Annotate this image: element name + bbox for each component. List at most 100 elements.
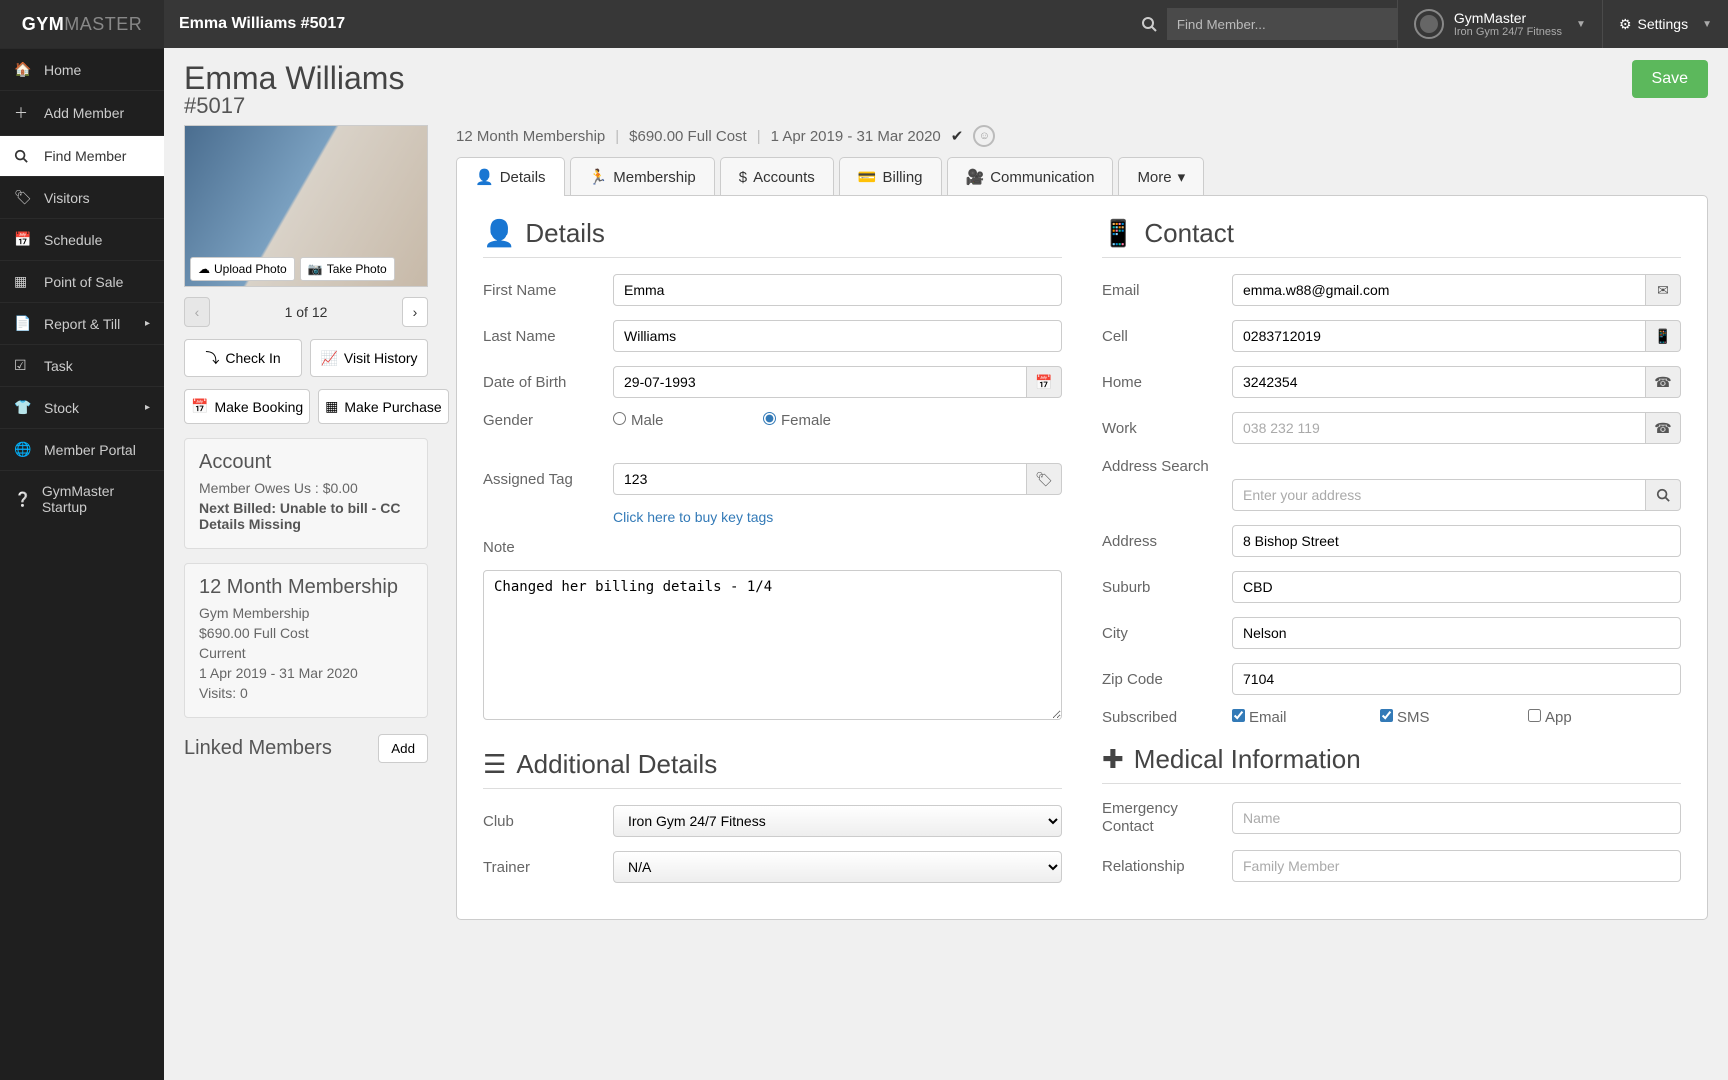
gender-female-radio[interactable] bbox=[763, 412, 776, 425]
linked-members-title: Linked Members bbox=[184, 737, 332, 760]
gender-male-option[interactable]: Male bbox=[613, 412, 743, 429]
sidebar-item-label: Visitors bbox=[44, 190, 90, 206]
photo-next-button[interactable]: › bbox=[402, 297, 428, 327]
user-icon: 👤 bbox=[475, 168, 494, 186]
topbar: GYMMASTER Emma Williams #5017 GymMaster … bbox=[0, 0, 1728, 48]
sidebar-item-home[interactable]: 🏠Home bbox=[0, 48, 164, 90]
cell-input[interactable] bbox=[1232, 320, 1646, 352]
trainer-select[interactable]: N/A bbox=[613, 851, 1062, 883]
relationship-input[interactable] bbox=[1232, 850, 1681, 882]
note-textarea[interactable]: Changed her billing details - 1/4 bbox=[483, 570, 1062, 720]
sub-app-checkbox[interactable] bbox=[1528, 709, 1541, 722]
sidebar-item-startup[interactable]: ❔GymMaster Startup bbox=[0, 470, 164, 527]
gender-male-radio[interactable] bbox=[613, 412, 626, 425]
tag-label: Assigned Tag bbox=[483, 471, 613, 488]
tab-communication[interactable]: 🎥Communication bbox=[947, 157, 1114, 196]
settings-menu[interactable]: ⚙ Settings ▼ bbox=[1602, 0, 1728, 48]
sub-email-checkbox[interactable] bbox=[1232, 709, 1245, 722]
address-search-button[interactable] bbox=[1646, 479, 1681, 511]
city-label: City bbox=[1102, 625, 1232, 642]
account-panel[interactable]: Account Member Owes Us : $0.00 Next Bill… bbox=[184, 438, 428, 549]
checkin-icon: ⤵ bbox=[205, 348, 219, 368]
calendar-icon: 📅 bbox=[191, 398, 208, 415]
sidebar-item-schedule[interactable]: 📅 Schedule bbox=[0, 218, 164, 260]
tab-details[interactable]: 👤Details bbox=[456, 157, 565, 196]
chevron-down-icon: ▼ bbox=[1702, 19, 1712, 30]
contact-section-title: 📱Contact bbox=[1102, 218, 1681, 258]
dob-picker-button[interactable]: 📅 bbox=[1027, 366, 1062, 398]
address-input[interactable] bbox=[1232, 525, 1681, 557]
user-sub: Iron Gym 24/7 Fitness bbox=[1454, 26, 1562, 38]
account-owes: Member Owes Us : $0.00 bbox=[199, 480, 413, 496]
find-member-input[interactable] bbox=[1167, 8, 1397, 40]
photo-prev-button[interactable]: ‹ bbox=[184, 297, 210, 327]
club-select[interactable]: Iron Gym 24/7 Fitness bbox=[613, 805, 1062, 837]
member-name: Emma Williams bbox=[184, 60, 404, 97]
gender-female-option[interactable]: Female bbox=[763, 412, 893, 429]
address-search-input[interactable] bbox=[1232, 479, 1646, 511]
buy-key-tags-link[interactable]: Click here to buy key tags bbox=[613, 509, 773, 525]
sub-email-option[interactable]: Email bbox=[1232, 709, 1362, 726]
membership-status: Current bbox=[199, 645, 413, 661]
email-addon-button[interactable]: ✉ bbox=[1646, 274, 1681, 306]
gender-label: Gender bbox=[483, 412, 613, 429]
email-label: Email bbox=[1102, 282, 1232, 299]
logo[interactable]: GYMMASTER bbox=[0, 0, 164, 48]
user-menu[interactable]: GymMaster Iron Gym 24/7 Fitness ▼ bbox=[1397, 0, 1602, 48]
sidebar-item-add-member[interactable]: ＋Add Member bbox=[0, 90, 164, 135]
plus-icon: ＋ bbox=[14, 103, 34, 123]
work-phone-addon-button[interactable]: ☎ bbox=[1646, 412, 1681, 444]
sidebar-item-find-member[interactable]: Find Member bbox=[0, 135, 164, 176]
sub-sms-checkbox[interactable] bbox=[1380, 709, 1393, 722]
tab-billing[interactable]: 💳Billing bbox=[839, 157, 942, 196]
make-booking-button[interactable]: 📅Make Booking bbox=[184, 389, 310, 424]
home-phone-addon-button[interactable]: ☎ bbox=[1646, 366, 1681, 398]
sidebar-item-task[interactable]: ☑Task bbox=[0, 344, 164, 386]
sidebar-item-label: Member Portal bbox=[44, 442, 136, 458]
sidebar-item-stock[interactable]: 👕Stock▸ bbox=[0, 386, 164, 428]
sidebar-item-visitors[interactable]: 🏷Visitors bbox=[0, 176, 164, 218]
upload-photo-button[interactable]: ☁Upload Photo bbox=[190, 257, 295, 281]
work-phone-label: Work bbox=[1102, 420, 1232, 437]
sub-sms-option[interactable]: SMS bbox=[1380, 709, 1510, 726]
calendar-icon: 📅 bbox=[14, 231, 34, 248]
sub-app-option[interactable]: App bbox=[1528, 709, 1658, 726]
city-input[interactable] bbox=[1232, 617, 1681, 649]
sidebar-item-report-till[interactable]: 📄Report & Till▸ bbox=[0, 302, 164, 344]
cell-addon-button[interactable]: 📱 bbox=[1646, 320, 1681, 352]
sidebar-item-label: Schedule bbox=[44, 232, 102, 248]
search-icon bbox=[14, 149, 34, 163]
tab-accounts[interactable]: $Accounts bbox=[720, 157, 834, 196]
check-icon: ☑ bbox=[14, 357, 34, 374]
make-purchase-button[interactable]: ▦Make Purchase bbox=[318, 389, 449, 424]
take-photo-button[interactable]: 📷Take Photo bbox=[300, 257, 395, 281]
tab-more[interactable]: More ▾ bbox=[1118, 157, 1204, 196]
suburb-input[interactable] bbox=[1232, 571, 1681, 603]
tab-content-details: 👤Details First Name Last Name Date of Bi… bbox=[456, 195, 1708, 920]
check-in-button[interactable]: ⤵Check In bbox=[184, 339, 302, 377]
home-phone-input[interactable] bbox=[1232, 366, 1646, 398]
grid-icon: ▦ bbox=[325, 398, 338, 415]
sidebar: 🏠Home ＋Add Member Find Member 🏷Visitors … bbox=[0, 48, 164, 1080]
tag-addon-button[interactable]: 🏷 bbox=[1027, 463, 1062, 495]
work-phone-input[interactable] bbox=[1232, 412, 1646, 444]
smile-icon[interactable]: ☺ bbox=[973, 125, 995, 147]
sidebar-item-pos[interactable]: ▦Point of Sale bbox=[0, 260, 164, 302]
gear-icon: ⚙ bbox=[1619, 16, 1632, 33]
emergency-contact-input[interactable] bbox=[1232, 802, 1681, 834]
add-linked-member-button[interactable]: Add bbox=[378, 734, 428, 763]
search-icon[interactable] bbox=[1131, 6, 1167, 42]
sidebar-item-member-portal[interactable]: 🌐Member Portal bbox=[0, 428, 164, 470]
first-name-input[interactable] bbox=[613, 274, 1062, 306]
last-name-input[interactable] bbox=[613, 320, 1062, 352]
visit-history-button[interactable]: 📈Visit History bbox=[310, 339, 428, 377]
tab-membership[interactable]: 🏃Membership bbox=[570, 157, 715, 196]
list-icon: ☰ bbox=[483, 749, 506, 780]
save-button[interactable]: Save bbox=[1632, 60, 1708, 98]
assigned-tag-input[interactable] bbox=[613, 463, 1027, 495]
zip-input[interactable] bbox=[1232, 663, 1681, 695]
sidebar-item-label: Point of Sale bbox=[44, 274, 123, 290]
membership-panel[interactable]: 12 Month Membership Gym Membership $690.… bbox=[184, 563, 428, 718]
email-input[interactable] bbox=[1232, 274, 1646, 306]
dob-input[interactable] bbox=[613, 366, 1027, 398]
